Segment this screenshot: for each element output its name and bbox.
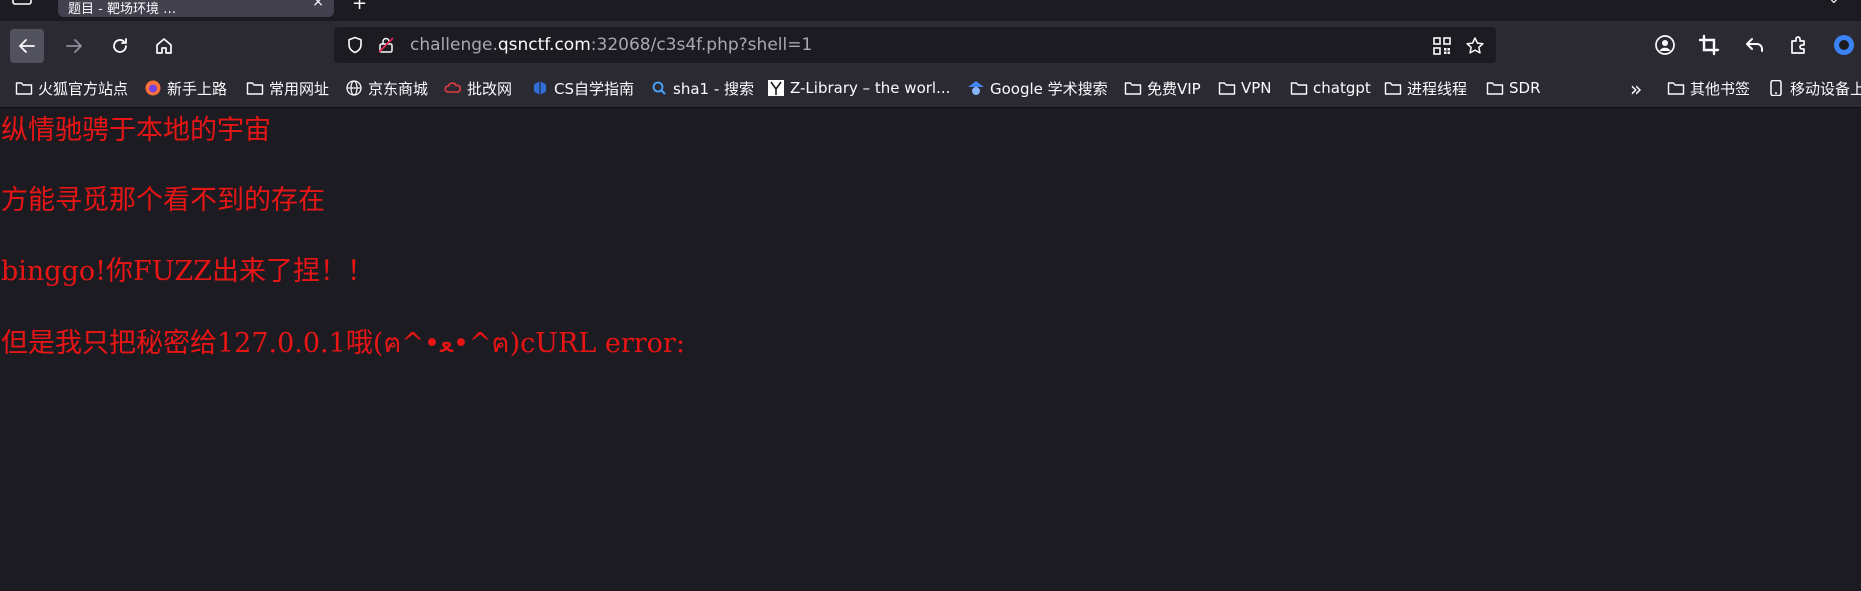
scholar-icon — [967, 80, 985, 96]
folder-icon — [1218, 80, 1236, 96]
cloud-icon — [444, 80, 462, 96]
page-text-line: 纵情驰骋于本地的宇宙 — [1, 115, 271, 146]
bookmark-label: SDR — [1509, 79, 1541, 97]
bookmark-item[interactable]: sha1 - 搜索 — [650, 78, 754, 98]
page-text-line: binggo!你FUZZ出来了捏！！ — [1, 256, 374, 287]
bookmark-item[interactable]: Google 学术搜索 — [967, 78, 1108, 98]
bookmark-item[interactable]: 常用网址 — [246, 78, 329, 98]
url-host: qsnctf.com — [497, 35, 591, 55]
url-bar[interactable]: challenge.qsnctf.com:32068/c3s4f.php?she… — [334, 27, 1496, 63]
mobile-device-icon — [1767, 80, 1785, 96]
bookmark-label: VPN — [1241, 79, 1272, 97]
tab-title: 题目 - 靶场环境 … — [68, 2, 177, 17]
bookmark-label: 批改网 — [467, 79, 513, 98]
bookmark-label: 进程线程 — [1407, 79, 1468, 98]
folder-icon — [1384, 80, 1402, 96]
bookmark-item[interactable]: 进程线程 — [1384, 78, 1467, 98]
home-button[interactable] — [147, 29, 181, 63]
folder-icon — [1290, 80, 1308, 96]
back-arrow-icon — [19, 39, 35, 53]
bookmark-label: sha1 - 搜索 — [673, 79, 755, 98]
extension-badge-icon[interactable] — [1832, 33, 1856, 57]
firefox-icon — [144, 80, 162, 96]
back-button[interactable] — [10, 29, 44, 63]
extensions-puzzle-icon[interactable] — [1787, 33, 1811, 57]
bookmark-item[interactable]: CS自学指南 — [531, 78, 634, 98]
bookmark-label: 京东商城 — [368, 79, 429, 98]
bookmark-label: 新手上路 — [167, 79, 228, 98]
bookmark-item[interactable]: chatgpt — [1290, 78, 1371, 98]
bookmark-item[interactable]: Z-Library – the worl... — [767, 78, 950, 98]
tracking-protection-shield-icon[interactable] — [346, 36, 364, 54]
globe-icon — [345, 80, 363, 96]
folder-icon — [246, 80, 264, 96]
bookmark-label: chatgpt — [1313, 79, 1371, 97]
reload-icon — [113, 38, 127, 53]
bookmark-item[interactable]: 批改网 — [444, 78, 512, 98]
bookmark-label: Z-Library – the worl... — [790, 79, 951, 97]
navigation-toolbar: challenge.qsnctf.com:32068/c3s4f.php?she… — [0, 21, 1861, 69]
bookmarks-toolbar: 火狐官方站点 新手上路 常用网址 京东商城 批改网 CS自学指南 sha1 - … — [0, 69, 1861, 108]
tab-active[interactable]: 题目 - 靶场环境 … × — [58, 0, 334, 17]
zlib-icon — [767, 80, 785, 96]
firefox-view-icon[interactable] — [12, 0, 38, 12]
other-bookmarks[interactable]: 其他书签 — [1667, 78, 1750, 98]
search-icon — [650, 80, 668, 96]
insecure-lock-icon[interactable] — [377, 36, 395, 54]
screenshot-crop-icon[interactable] — [1697, 33, 1721, 57]
bookmark-label: 火狐官方站点 — [38, 79, 129, 98]
folder-icon — [1486, 80, 1504, 96]
account-icon[interactable] — [1653, 33, 1677, 57]
reload-button[interactable] — [103, 29, 137, 63]
tab-close-icon[interactable]: × — [312, 0, 324, 10]
qr-code-icon[interactable] — [1432, 36, 1452, 56]
bookmark-item[interactable]: 火狐官方站点 — [15, 78, 128, 98]
folder-icon — [15, 80, 33, 96]
bookmark-item[interactable]: SDR — [1486, 78, 1541, 98]
bookmark-item[interactable]: 免费VIP — [1124, 78, 1201, 98]
other-bookmarks-label: 其他书签 — [1690, 79, 1751, 98]
new-tab-icon[interactable]: + — [352, 0, 367, 14]
forward-button[interactable] — [57, 29, 91, 63]
url-path: :32068/c3s4f.php?shell=1 — [590, 35, 813, 55]
undo-arrow-icon[interactable] — [1743, 33, 1767, 57]
chevron-overflow-icon[interactable]: » — [1630, 77, 1642, 101]
bookmark-label: Google 学术搜索 — [990, 79, 1108, 98]
page-text-line: 但是我只把秘密给127.0.0.1哦(ฅ^•ﻌ•^ฅ)cURL error: — [1, 328, 685, 359]
bookmark-label: 常用网址 — [269, 79, 330, 98]
bookmark-item[interactable]: VPN — [1218, 78, 1272, 98]
url-text[interactable]: challenge.qsnctf.com:32068/c3s4f.php?she… — [410, 35, 812, 55]
tab-strip: 题目 - 靶场环境 … × + ⌄ — [0, 0, 1861, 21]
folder-icon — [1667, 80, 1685, 96]
list-all-tabs-icon[interactable]: ⌄ — [1828, 0, 1840, 7]
bookmark-star-icon[interactable] — [1465, 36, 1485, 56]
page-content: 纵情驰骋于本地的宇宙 方能寻觅那个看不到的存在 binggo!你FUZZ出来了捏… — [0, 108, 1861, 591]
home-icon — [156, 38, 172, 54]
folder-icon — [1124, 80, 1142, 96]
page-text-line: 方能寻觅那个看不到的存在 — [1, 185, 325, 216]
mobile-bookmarks-label: 移动设备上 — [1790, 79, 1861, 98]
mobile-bookmarks[interactable]: 移动设备上 — [1767, 78, 1861, 98]
forward-arrow-icon — [66, 39, 82, 53]
cube-icon — [531, 80, 549, 96]
bookmark-label: 免费VIP — [1147, 79, 1201, 98]
bookmark-item[interactable]: 京东商城 — [345, 78, 428, 98]
bookmark-label: CS自学指南 — [554, 79, 634, 98]
bookmark-item[interactable]: 新手上路 — [144, 78, 227, 98]
url-prefix: challenge. — [410, 35, 498, 55]
